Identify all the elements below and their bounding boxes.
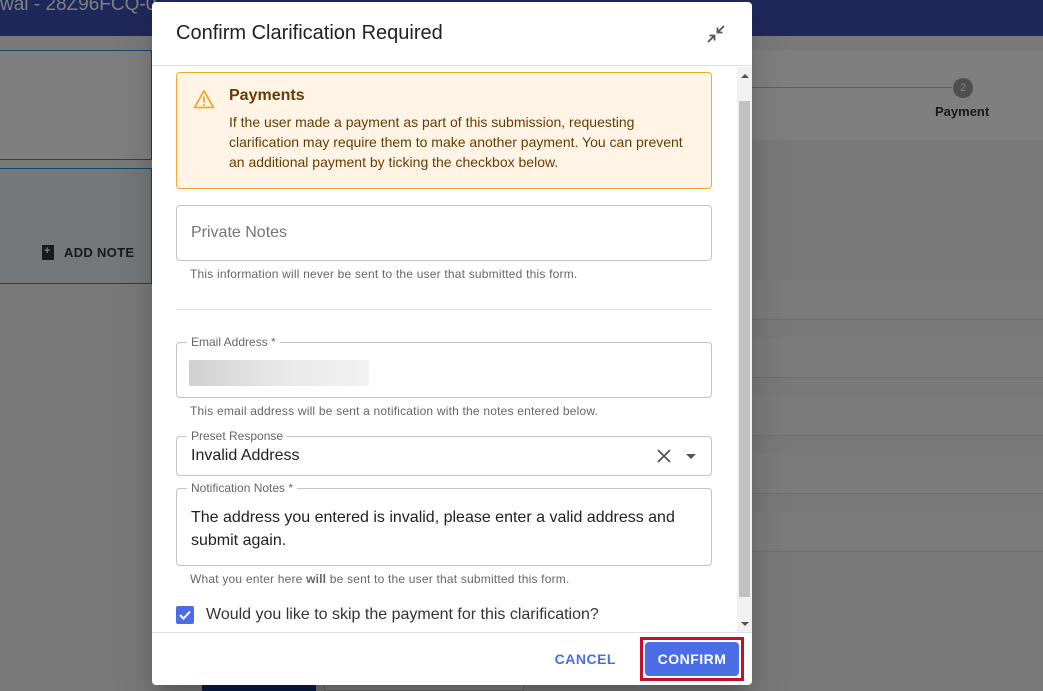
redacted-email-value: [189, 360, 369, 386]
dialog-content: Payments If the user made a payment as p…: [152, 67, 752, 624]
payments-alert: Payments If the user made a payment as p…: [176, 72, 712, 189]
scroll-down-arrow-icon[interactable]: [737, 615, 752, 632]
divider: [176, 309, 712, 310]
skip-payment-checkbox[interactable]: [176, 606, 194, 624]
confirm-button[interactable]: CONFIRM: [645, 642, 739, 676]
notes-label: Notification Notes *: [187, 481, 298, 495]
confirm-clarification-dialog: Confirm Clarification Required Payments: [152, 2, 752, 685]
dialog-header: Confirm Clarification Required: [152, 2, 752, 66]
dropdown-arrow-icon[interactable]: [685, 450, 697, 462]
dialog-body: Payments If the user made a payment as p…: [152, 67, 752, 632]
cancel-button[interactable]: CANCEL: [547, 643, 624, 675]
scroll-up-arrow-icon[interactable]: [737, 67, 752, 84]
dialog-title: Confirm Clarification Required: [176, 22, 443, 44]
scrollbar-thumb[interactable]: [739, 101, 750, 597]
collapse-button[interactable]: [704, 22, 728, 46]
private-notes-helper: This information will never be sent to t…: [190, 267, 578, 281]
alert-text: If the user made a payment as part of th…: [229, 114, 683, 170]
preset-value: Invalid Address: [191, 447, 300, 464]
private-notes-input[interactable]: Private Notes: [176, 205, 712, 261]
email-field[interactable]: Email Address *: [176, 335, 712, 398]
skip-payment-label[interactable]: Would you like to skip the payment for t…: [206, 606, 599, 624]
warning-icon: [193, 90, 215, 109]
email-label: Email Address *: [187, 335, 280, 349]
alert-title: Payments: [229, 87, 305, 104]
notes-helper: What you enter here will be sent to the …: [190, 572, 570, 586]
confirm-button-highlight: CONFIRM: [640, 637, 744, 681]
notes-value: The address you entered is invalid, plea…: [191, 509, 675, 549]
email-helper: This email address will be sent a notifi…: [190, 404, 599, 418]
checkmark-icon: [179, 610, 191, 620]
private-notes-placeholder: Private Notes: [191, 224, 288, 241]
collapse-arrows-icon: [707, 24, 725, 43]
dialog-scrollbar[interactable]: [737, 67, 752, 632]
clear-icon[interactable]: [655, 447, 673, 465]
skip-payment-row: Would you like to skip the payment for t…: [176, 606, 712, 624]
dialog-footer: CANCEL CONFIRM: [152, 632, 752, 685]
notification-notes-textarea[interactable]: Notification Notes * The address you ent…: [176, 481, 712, 566]
preset-label: Preset Response: [187, 429, 288, 443]
preset-response-select[interactable]: Preset Response Invalid Address: [176, 429, 712, 476]
